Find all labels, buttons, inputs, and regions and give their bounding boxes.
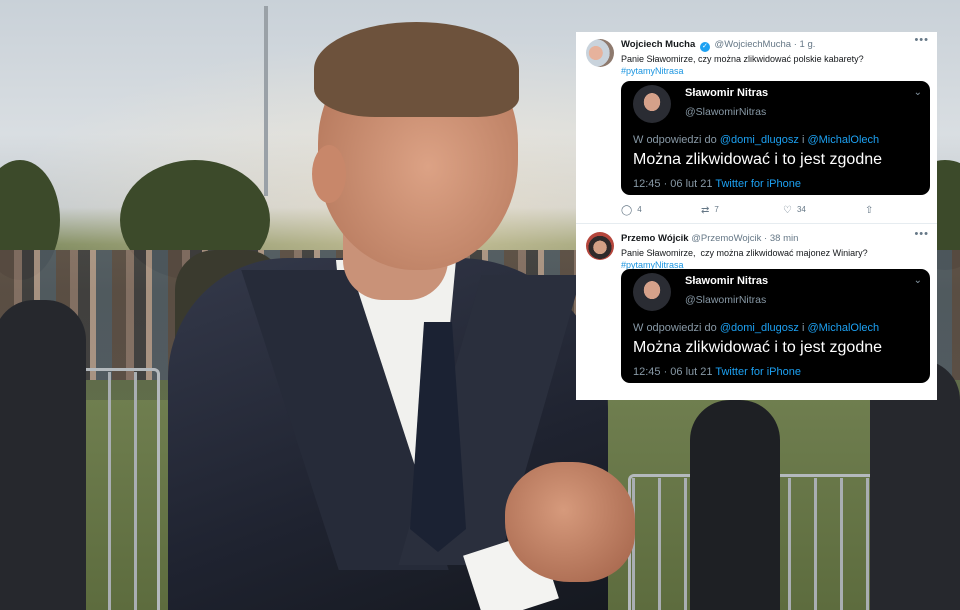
- subject-hair: [314, 22, 519, 117]
- quoted-text: Można zlikwidować i to jest zgodne: [633, 151, 883, 168]
- chevron-down-icon[interactable]: ⌄: [914, 275, 922, 286]
- reply-icon: ◯: [621, 205, 633, 216]
- quoted-author-handle[interactable]: @SlawomirNitras: [685, 106, 766, 118]
- reply-count: 4: [637, 205, 642, 214]
- like-count: 34: [796, 205, 806, 214]
- author-name[interactable]: Przemo Wójcik: [621, 233, 689, 244]
- share-icon: ⇧: [865, 205, 874, 216]
- retweet-icon: ⇄: [701, 205, 710, 216]
- reply-join: i: [801, 322, 805, 334]
- avatar[interactable]: [633, 273, 671, 311]
- quoted-author-name[interactable]: Sławomir Nitras: [685, 275, 768, 287]
- lamp-pole: [264, 6, 268, 196]
- tweet-time[interactable]: 1 g.: [800, 39, 816, 50]
- quoted-author-handle[interactable]: @SlawomirNitras: [685, 294, 766, 306]
- retweet-button[interactable]: ⇄ 7: [701, 205, 719, 216]
- tweet[interactable]: Przemo Wójcik @PrzemoWojcik · 38 min •••…: [576, 226, 937, 400]
- tweet-text-line: Panie Sławomirze, czy można zlikwidować …: [621, 54, 864, 64]
- retweet-count: 7: [714, 205, 719, 214]
- reply-prefix: W odpowiedzi do: [633, 322, 717, 334]
- bystander-center: [690, 400, 780, 610]
- quoted-author-name[interactable]: Sławomir Nitras: [685, 87, 768, 99]
- tweet-source-link[interactable]: Twitter for iPhone: [715, 178, 801, 190]
- quoted-tweet[interactable]: Sławomir Nitras @SlawomirNitras ⌄ W odpo…: [621, 81, 930, 195]
- mention-link[interactable]: @domi_dlugosz: [720, 322, 799, 334]
- subject-ear: [312, 145, 346, 203]
- tweet-screenshot-panel: Wojciech Mucha ✓ @WojciechMucha · 1 g. •…: [576, 32, 937, 400]
- quoted-timestamp[interactable]: 12:45 · 06 lut 21: [633, 178, 713, 190]
- author-name[interactable]: Wojciech Mucha: [621, 39, 695, 50]
- more-dots-icon[interactable]: •••: [914, 228, 929, 240]
- more-dots-icon[interactable]: •••: [914, 34, 929, 46]
- author-handle[interactable]: @WojciechMucha: [715, 39, 792, 50]
- avatar[interactable]: [586, 39, 614, 67]
- quoted-meta: 12:45 · 06 lut 21 Twitter for iPhone: [633, 178, 801, 190]
- quoted-text: Można zlikwidować i to jest zgodne: [633, 339, 883, 356]
- subject-fist: [505, 462, 635, 582]
- reply-context: W odpowiedzi do @domi_dlugosz i @MichalO…: [633, 322, 879, 334]
- mention-link[interactable]: @MichalOlech: [807, 322, 879, 334]
- bystander-left: [0, 300, 86, 610]
- reply-join: i: [801, 134, 805, 146]
- like-button[interactable]: ♡ 34: [783, 205, 806, 216]
- share-button[interactable]: ⇧: [865, 205, 878, 216]
- avatar[interactable]: [633, 85, 671, 123]
- reply-context: W odpowiedzi do @domi_dlugosz i @MichalO…: [633, 134, 879, 146]
- mention-link[interactable]: @MichalOlech: [807, 134, 879, 146]
- tweet[interactable]: Wojciech Mucha ✓ @WojciechMucha · 1 g. •…: [576, 32, 937, 224]
- hashtag-link[interactable]: #pytamyNitrasa: [621, 65, 864, 77]
- avatar[interactable]: [586, 232, 614, 260]
- author-handle[interactable]: @PrzemoWojcik: [691, 233, 761, 244]
- reply-button[interactable]: ◯ 4: [621, 205, 642, 216]
- barrier-fence-bars: [82, 372, 158, 610]
- tweet-header: Przemo Wójcik @PrzemoWojcik · 38 min: [621, 233, 798, 244]
- heart-icon: ♡: [783, 205, 792, 216]
- verified-badge-icon: ✓: [699, 42, 710, 52]
- tweet-text-line: Panie Sławomirze, czy można zlikwidować …: [621, 248, 868, 258]
- tweet-source-link[interactable]: Twitter for iPhone: [715, 366, 801, 378]
- tweet-text: Panie Sławomirze, czy można zlikwidować …: [621, 53, 864, 77]
- reply-prefix: W odpowiedzi do: [633, 134, 717, 146]
- quoted-tweet[interactable]: Sławomir Nitras @SlawomirNitras ⌄ W odpo…: [621, 269, 930, 383]
- chevron-down-icon[interactable]: ⌄: [914, 87, 922, 98]
- tweet-time[interactable]: 38 min: [770, 233, 799, 244]
- tweet-actions: ◯ 4 ⇄ 7 ♡ 34 ⇧: [621, 205, 921, 219]
- mention-link[interactable]: @domi_dlugosz: [720, 134, 799, 146]
- quoted-timestamp[interactable]: 12:45 · 06 lut 21: [633, 366, 713, 378]
- quoted-meta: 12:45 · 06 lut 21 Twitter for iPhone: [633, 366, 801, 378]
- tweet-header: Wojciech Mucha ✓ @WojciechMucha · 1 g.: [621, 39, 815, 52]
- tweet-text: Panie Sławomirze, czy można zlikwidować …: [621, 247, 868, 271]
